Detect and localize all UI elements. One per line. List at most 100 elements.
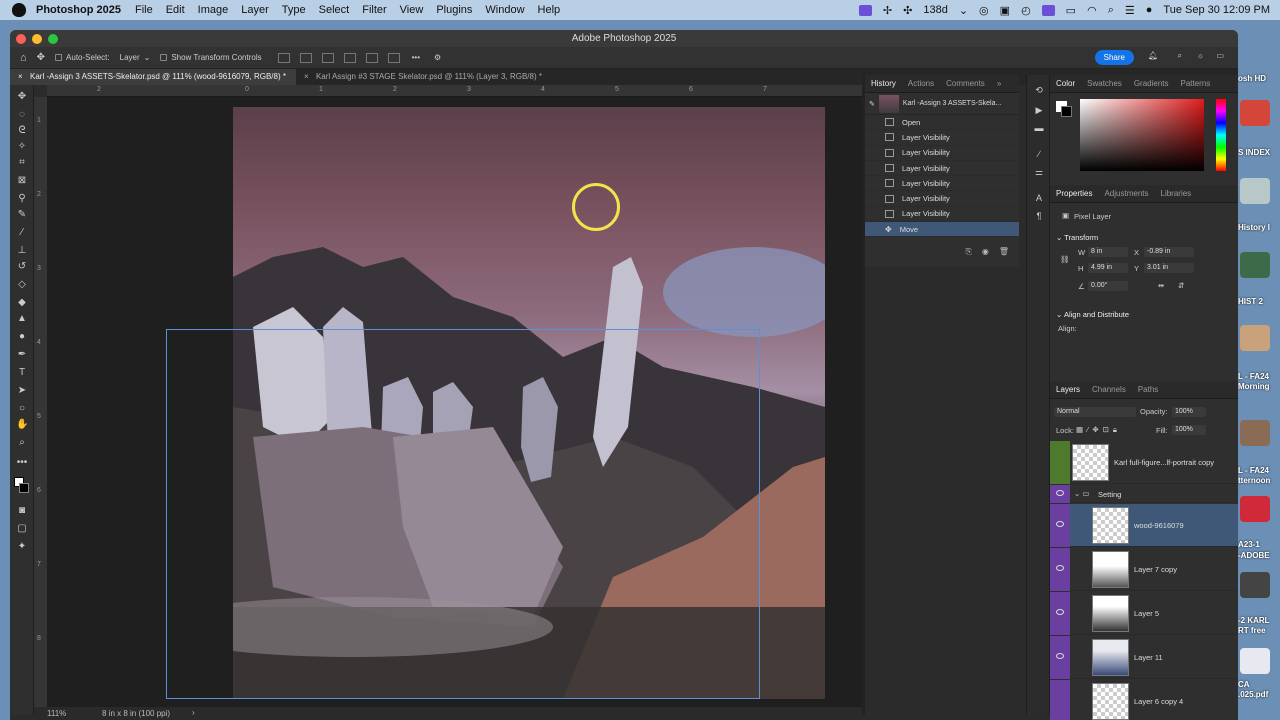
crop-tool-icon[interactable]: ⌗	[16, 157, 28, 169]
zoom-tool-icon[interactable]: ⌕	[16, 437, 28, 449]
close-tab-icon[interactable]: ×	[304, 72, 309, 81]
history-item[interactable]: Layer Visibility	[865, 161, 1019, 177]
battery-icon[interactable]: ▭	[1066, 4, 1076, 17]
layer-group-row[interactable]: ⌄ ▭ Setting	[1050, 485, 1238, 503]
visibility-eye-icon[interactable]	[1056, 653, 1064, 659]
workspace-icon[interactable]: ▭	[1216, 51, 1224, 60]
visibility-eye-icon[interactable]	[1056, 521, 1064, 527]
artwork-image[interactable]	[233, 107, 825, 699]
flip-horizontal-icon[interactable]: ⇹	[1158, 281, 1164, 290]
type-tool-icon[interactable]: T	[16, 367, 28, 379]
desktop-file-icon[interactable]	[1240, 100, 1270, 126]
lasso-tool-icon[interactable]: ᘓ	[16, 125, 28, 137]
drive-icon[interactable]: ◎	[979, 4, 989, 17]
menu-filter[interactable]: Filter	[362, 4, 386, 16]
apple-menu-icon[interactable]	[12, 3, 26, 17]
character-panel-icon[interactable]: A	[1033, 193, 1045, 204]
eyedropper-icon[interactable]: ⚲	[16, 193, 28, 205]
desktop-label[interactable]: -2 KARL	[1238, 616, 1270, 625]
tab-adjustments[interactable]: Adjustments	[1104, 189, 1148, 198]
healing-brush-icon[interactable]: ✎	[16, 209, 28, 221]
slack-icon[interactable]: ✣	[903, 4, 912, 17]
desktop-file-icon[interactable]	[1240, 572, 1270, 598]
history-item[interactable]: Layer Visibility	[865, 176, 1019, 192]
menu-file[interactable]: File	[135, 4, 153, 16]
desktop-label[interactable]: History I	[1238, 223, 1270, 232]
camera-icon[interactable]: ◉	[982, 247, 989, 257]
layer-row[interactable]: Layer 6 copy 4	[1050, 680, 1238, 720]
tab-comments[interactable]: Comments	[946, 79, 985, 88]
screen-mirroring-icon[interactable]	[1041, 4, 1055, 16]
tab-swatches[interactable]: Swatches	[1087, 79, 1122, 88]
tab-libraries[interactable]: Libraries	[1161, 189, 1192, 198]
vpn-icon[interactable]: ⌄	[959, 4, 968, 17]
desktop-label[interactable]: S INDEX	[1238, 148, 1270, 157]
clone-stamp-icon[interactable]: ⊥	[16, 245, 28, 257]
app-menu[interactable]: Photoshop 2025	[36, 4, 121, 16]
pen-tool-icon[interactable]: ✒	[16, 349, 28, 361]
desktop-label[interactable]: A23-1	[1238, 540, 1260, 549]
tab-actions[interactable]: Actions	[908, 79, 934, 88]
desktop-file-icon[interactable]	[1240, 420, 1270, 446]
quick-mask-icon[interactable]: ◙	[16, 505, 28, 517]
menu-plugins[interactable]: Plugins	[436, 4, 472, 16]
hue-slider[interactable]	[1216, 99, 1226, 171]
search-icon[interactable]: ⌕	[1178, 51, 1182, 61]
more-tools-icon[interactable]: •••	[16, 457, 28, 469]
align-section-title[interactable]: ⌄ Align and Distribute	[1056, 310, 1129, 319]
link-icon[interactable]: ⛓	[1060, 255, 1070, 264]
trash-icon[interactable]: 🗑︎	[999, 247, 1009, 257]
desktop-label[interactable]: Morning	[1238, 382, 1270, 391]
tab-paths[interactable]: Paths	[1138, 385, 1158, 394]
y-field[interactable]: 3.01 in	[1144, 263, 1194, 273]
document-canvas[interactable]	[47, 97, 862, 707]
generative-icon[interactable]: ✦	[16, 541, 28, 553]
desktop-label[interactable]: L - FA24	[1238, 466, 1269, 475]
screen-mode-icon[interactable]: ▢	[16, 523, 28, 535]
transform-section-title[interactable]: ⌄ Transform	[1056, 233, 1098, 242]
comments-panel-icon[interactable]: ▬	[1033, 123, 1045, 134]
history-item[interactable]: Layer Visibility	[865, 130, 1019, 146]
marquee-tool-icon[interactable]: ◌	[16, 109, 28, 121]
desktop-label[interactable]: tternoon	[1238, 476, 1270, 485]
history-item[interactable]: Layer Visibility	[865, 191, 1019, 207]
tab-patterns[interactable]: Patterns	[1181, 79, 1211, 88]
background-color-swatch[interactable]	[19, 483, 29, 493]
desktop-label[interactable]: -ADOBE	[1238, 551, 1270, 560]
layer-row-selected[interactable]: wood-9616079	[1050, 504, 1238, 547]
close-tab-icon[interactable]: ×	[18, 72, 23, 81]
align-left-button[interactable]	[277, 52, 290, 63]
visibility-eye-icon[interactable]	[1056, 565, 1064, 571]
clock-icon[interactable]: ◴	[1021, 4, 1031, 17]
menu-view[interactable]: View	[400, 4, 424, 16]
expand-panel-icon[interactable]: »	[997, 79, 1001, 88]
desktop-file-icon[interactable]	[1240, 252, 1270, 278]
discover-icon[interactable]: ☼	[1197, 51, 1204, 60]
desktop-label[interactable]: osh HD	[1238, 74, 1266, 83]
hand-tool-icon[interactable]: ✋	[16, 419, 28, 431]
width-field[interactable]: 8 in	[1088, 247, 1128, 257]
align-top-button[interactable]	[343, 52, 356, 63]
desktop-label[interactable]: L - FA24	[1238, 372, 1269, 381]
align-middle-button[interactable]	[365, 52, 378, 63]
history-item[interactable]: Layer Visibility	[865, 146, 1019, 161]
menu-type[interactable]: Type	[282, 4, 306, 16]
move-tool-icon[interactable]: ✥	[16, 91, 28, 103]
siri-icon[interactable]: ●	[1146, 4, 1153, 16]
desktop-label[interactable]: HIST 2	[1238, 297, 1263, 306]
layer-row[interactable]: Layer 7 copy	[1050, 548, 1238, 591]
menu-edit[interactable]: Edit	[166, 4, 185, 16]
desktop-file-icon[interactable]	[1240, 178, 1270, 204]
tool-status-icon[interactable]: ✢	[883, 4, 892, 17]
menu-layer[interactable]: Layer	[241, 4, 269, 16]
menu-select[interactable]: Select	[319, 4, 350, 16]
history-panel-icon[interactable]: ⟲	[1033, 85, 1045, 96]
actions-panel-icon[interactable]: ▶	[1033, 105, 1045, 116]
control-center-icon[interactable]: ☰	[1125, 4, 1135, 17]
gear-icon[interactable]: ⚙	[434, 53, 441, 62]
adjustments-panel-icon[interactable]: ⚌	[1033, 167, 1045, 178]
desktop-file-icon[interactable]	[1240, 496, 1270, 522]
brush-tool-icon[interactable]: ∕	[16, 227, 28, 239]
visibility-eye-icon[interactable]	[1056, 609, 1064, 615]
more-options-icon[interactable]: •••	[412, 53, 420, 62]
